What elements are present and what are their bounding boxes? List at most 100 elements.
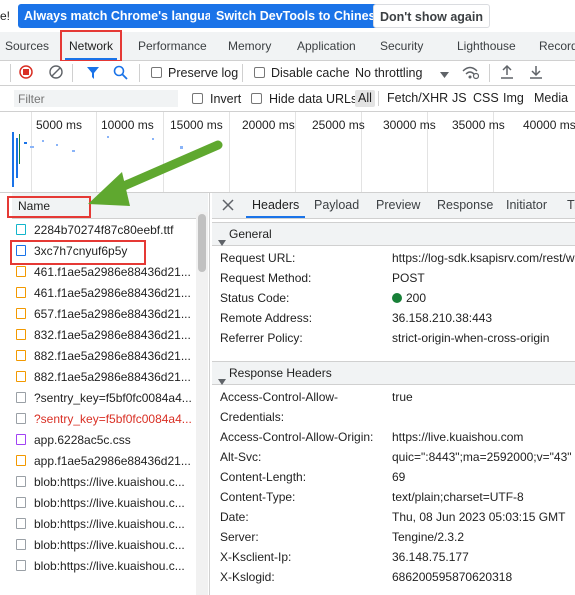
response-header-value: 36.148.75.177 [392,550,469,564]
request-name: ?sentry_key=f5bf0fc0084a4... [34,391,192,405]
filter-type-all[interactable]: All [355,90,375,107]
record-stop-icon[interactable] [19,65,33,79]
request-row[interactable]: app.f1ae5a2986e88436d21... [14,451,194,471]
tab-network[interactable]: Network [64,32,118,60]
expand-triangle-icon [218,370,226,385]
resource-type-icon [16,287,26,298]
request-row[interactable]: blob:https://live.kuaishou.c... [14,514,194,534]
request-row[interactable]: blob:https://live.kuaishou.c... [14,472,194,492]
request-row[interactable]: blob:https://live.kuaishou.c... [14,493,194,513]
request-row[interactable]: blob:https://live.kuaishou.c... [14,535,194,555]
hide-data-urls-checkbox[interactable] [251,93,262,104]
general-header-key: Remote Address: [220,311,313,325]
tab-application[interactable]: Application [297,32,356,60]
tab-response[interactable]: Response [437,193,493,218]
resource-type-icon [16,434,26,445]
response-header-key: Content-Type: [220,490,296,504]
resource-type-icon [16,245,26,256]
expand-triangle-icon [218,231,226,246]
request-row[interactable]: ?sentry_key=f5bf0fc0084a4... [14,388,194,408]
tab-recorder[interactable]: Record [539,32,575,60]
toolbar-divider [72,64,73,82]
infobar-lead-text: e! [0,9,11,23]
filter-bar: Invert Hide data URLs All Fetch/XHR JS C… [0,86,575,112]
tab-preview[interactable]: Preview [376,193,420,218]
general-header-value: 36.158.210.38:443 [392,311,493,325]
disable-cache-checkbox[interactable] [254,67,265,78]
request-row[interactable]: 461.f1ae5a2986e88436d21... [14,283,194,303]
general-section-title: General [229,227,272,241]
dont-show-again-button[interactable]: Don't show again [373,4,490,28]
general-header-key: Request URL: [220,251,296,265]
tab-sources[interactable]: Sources [5,32,49,60]
hide-data-urls-label: Hide data URLs [269,92,358,106]
general-header-value: POST [392,271,425,285]
resource-type-icon [16,539,26,550]
request-name: 461.f1ae5a2986e88436d21... [34,265,191,279]
filter-input[interactable] [14,90,178,107]
tab-initiator[interactable]: Initiator [506,193,547,218]
filter-type-img[interactable]: Img [503,91,524,105]
filter-type-fetch-xhr[interactable]: Fetch/XHR [387,91,448,105]
toolbar-divider [489,64,490,82]
throttling-dropdown-icon[interactable] [440,68,449,78]
request-row[interactable]: 882.f1ae5a2986e88436d21... [14,367,194,387]
response-header-key: X-Kslogid: [220,570,275,584]
tab-lighthouse[interactable]: Lighthouse [457,32,516,60]
switch-to-chinese-button[interactable]: Switch DevTools to Chinese [210,4,389,28]
tab-memory[interactable]: Memory [228,32,271,60]
tab-headers[interactable]: Headers [245,193,306,218]
filter-funnel-icon[interactable] [86,66,100,80]
response-header-value: 69 [392,470,406,484]
import-har-icon[interactable] [500,64,514,80]
request-row[interactable]: 657.f1ae5a2986e88436d21... [14,304,194,324]
match-chrome-language-button[interactable]: Always match Chrome's language [18,4,233,28]
export-har-icon[interactable] [529,64,543,80]
general-section-header[interactable]: General [212,222,575,246]
language-infobar: e! Always match Chrome's language Switch… [0,0,575,32]
clear-log-icon[interactable] [49,65,63,79]
filter-type-media[interactable]: Media [534,91,568,105]
request-row[interactable]: 3xc7h7cnyuf6p5y [14,241,194,261]
preserve-log-checkbox[interactable] [151,67,162,78]
status-ok-icon [392,293,402,303]
resource-type-icon [16,455,26,466]
request-row[interactable]: app.6228ac5c.css [14,430,194,450]
request-list-scroll-thumb[interactable] [198,214,206,272]
request-name: blob:https://live.kuaishou.c... [34,496,185,510]
response-header-value: https://live.kuaishou.com [392,430,524,444]
resource-type-icon [16,329,26,340]
resource-type-icon [16,266,26,277]
tab-payload[interactable]: Payload [314,193,359,218]
request-name: 461.f1ae5a2986e88436d21... [34,286,191,300]
name-column-header[interactable]: Name [18,199,50,213]
request-name: 2284b70274f87c80eebf.ttf [34,223,174,237]
request-row[interactable]: 832.f1ae5a2986e88436d21... [14,325,194,345]
timeline-tick-label: 35000 ms [452,118,505,132]
invert-checkbox[interactable] [192,93,203,104]
throttling-select[interactable]: No throttling [355,66,422,80]
tab-performance[interactable]: Performance [138,32,207,60]
response-header-value: Tengine/2.3.2 [392,530,465,544]
search-icon[interactable] [113,65,128,80]
general-header-value: 200 [392,291,426,305]
request-name: 882.f1ae5a2986e88436d21... [34,370,191,384]
request-row[interactable]: 2284b70274f87c80eebf.ttf [14,220,194,240]
response-header-key: X-Ksclient-Ip: [220,550,292,564]
general-header-key: Referrer Policy: [220,331,303,345]
request-row[interactable]: ?sentry_key=f5bf0fc0084a4... [14,409,194,429]
request-row[interactable]: 882.f1ae5a2986e88436d21... [14,346,194,366]
tab-security[interactable]: Security [380,32,423,60]
filter-type-js[interactable]: JS [452,91,467,105]
request-row[interactable]: 461.f1ae5a2986e88436d21... [14,262,194,282]
resource-type-icon [16,413,26,424]
tab-timing[interactable]: Ti [567,193,575,218]
resource-type-icon [16,476,26,487]
response-header-value: Thu, 08 Jun 2023 05:03:15 GMT [392,510,566,524]
filter-type-css[interactable]: CSS [473,91,499,105]
request-row[interactable]: blob:https://live.kuaishou.c... [14,556,194,576]
response-headers-section-header[interactable]: Response Headers [212,361,575,385]
request-name: app.6228ac5c.css [34,433,131,447]
network-conditions-icon[interactable] [461,64,480,80]
response-header-key: Alt-Svc: [220,450,262,464]
